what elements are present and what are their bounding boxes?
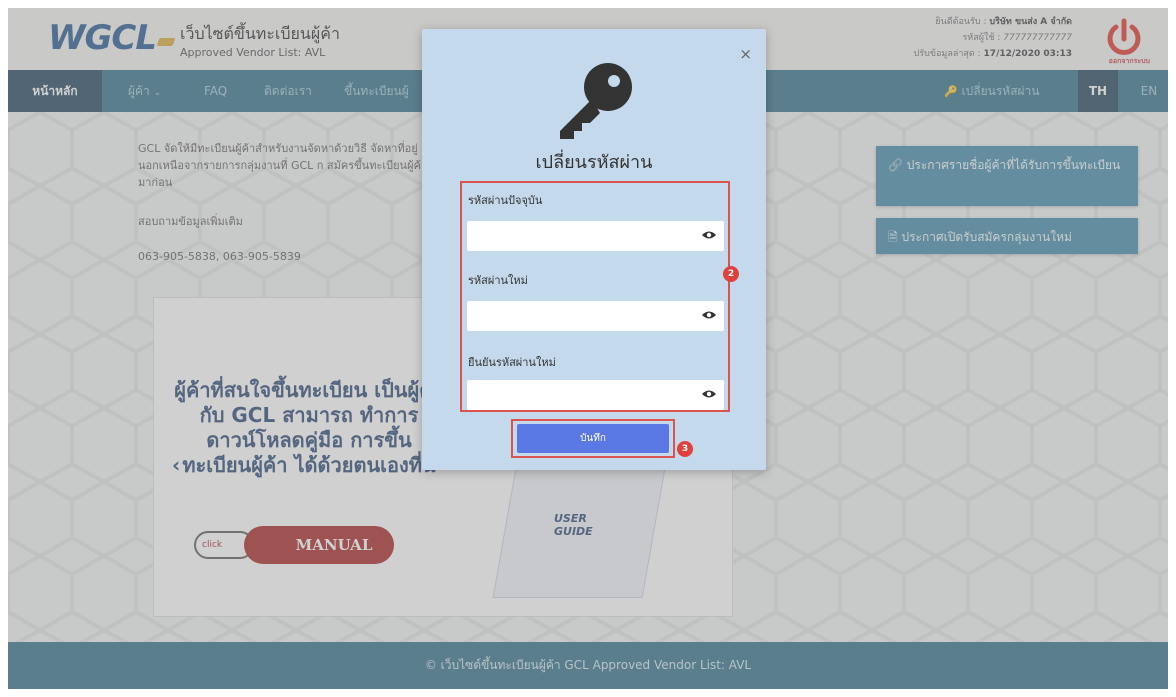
change-password-modal: × เปลี่ยนรหัสผ่าน รหัสผ่านปัจจุบัน รหัสผ…	[422, 29, 766, 470]
app-window: WGCL เว็บไซต์ขึ้นทะเบียนผู้ค้า Approved …	[8, 8, 1168, 689]
eye-icon[interactable]	[702, 389, 716, 399]
step-badge-fields: 2	[723, 266, 739, 282]
eye-icon[interactable]	[702, 310, 716, 320]
close-icon[interactable]: ×	[739, 45, 752, 63]
save-button-highlight: บันทึก	[511, 419, 675, 458]
confirm-password-field[interactable]	[467, 380, 724, 410]
current-password-label: รหัสผ่านปัจจุบัน	[468, 194, 543, 207]
password-fields-group: รหัสผ่านปัจจุบัน รหัสผ่านใหม่ ยืนยันรหัส…	[460, 181, 730, 412]
eye-icon[interactable]	[702, 230, 716, 240]
confirm-password-label: ยืนยันรหัสผ่านใหม่	[468, 356, 556, 369]
new-password-field[interactable]	[467, 301, 724, 331]
modal-title: เปลี่ยนรหัสผ่าน	[535, 152, 653, 173]
key-icon	[560, 63, 632, 139]
save-button[interactable]: บันทึก	[517, 424, 669, 453]
current-password-field[interactable]	[467, 221, 724, 251]
step-badge-save: 3	[677, 441, 693, 457]
new-password-label: รหัสผ่านใหม่	[468, 274, 528, 287]
